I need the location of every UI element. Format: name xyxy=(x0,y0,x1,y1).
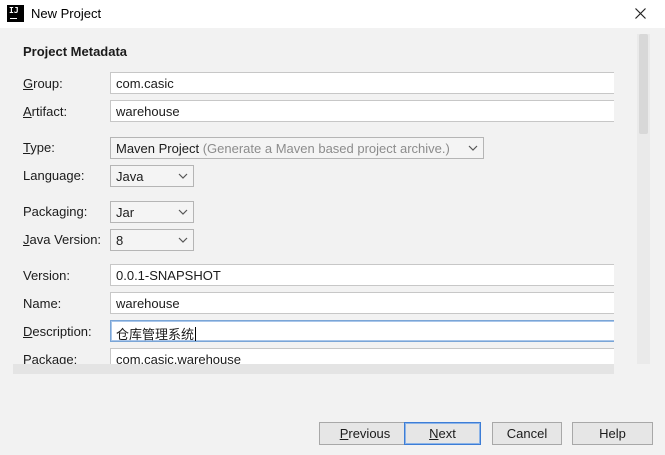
group-label: Group: xyxy=(23,76,63,91)
chevron-down-icon xyxy=(468,145,478,151)
description-label: Description: xyxy=(23,324,92,339)
cancel-button[interactable]: Cancel xyxy=(492,422,562,445)
name-field[interactable]: warehouse xyxy=(110,292,614,314)
description-field[interactable]: 仓库管理系统 xyxy=(110,320,614,342)
section-title: Project Metadata xyxy=(23,44,128,59)
artifact-label: Artifact: xyxy=(23,104,67,119)
chevron-down-icon xyxy=(178,209,188,215)
title-bar: IJ New Project xyxy=(0,0,665,28)
window-title: New Project xyxy=(31,6,102,21)
type-select-hint: (Generate a Maven based project archive.… xyxy=(202,141,450,156)
name-label: Name: xyxy=(23,296,62,311)
description-label-mnemonic: D xyxy=(23,324,33,339)
group-label-mnemonic: G xyxy=(23,76,34,91)
description-label-rest: escription: xyxy=(32,324,92,339)
previous-button-rest: revious xyxy=(348,426,391,441)
app-icon-text: IJ xyxy=(9,6,19,15)
java-version-label-rest: ava Version: xyxy=(29,232,102,247)
packaging-select[interactable]: Jar xyxy=(110,201,194,223)
version-label: Version: xyxy=(23,268,70,283)
group-label-rest: roup: xyxy=(33,76,63,91)
help-button[interactable]: Help xyxy=(572,422,653,445)
description-field-value: 仓库管理系统 xyxy=(116,328,195,342)
chevron-down-icon xyxy=(178,173,188,179)
language-select-value: Java xyxy=(116,169,144,184)
type-label: Type: xyxy=(23,140,55,155)
artifact-field[interactable]: warehouse xyxy=(110,100,614,122)
next-button-mnemonic: N xyxy=(429,426,439,441)
type-label-rest: ype: xyxy=(30,140,55,155)
version-field[interactable]: 0.0.1-SNAPSHOT xyxy=(110,264,614,286)
language-label: Language: xyxy=(23,168,85,183)
packaging-select-value: Jar xyxy=(116,205,135,220)
metadata-panel: Project Metadata Group: com.casic Artifa… xyxy=(13,32,614,370)
language-select[interactable]: Java xyxy=(110,165,194,187)
scrollbar-thumb[interactable] xyxy=(639,34,648,134)
artifact-label-mnemonic: A xyxy=(23,104,32,119)
text-caret xyxy=(195,327,197,341)
type-select[interactable]: Maven Project (Generate a Maven based pr… xyxy=(110,137,484,159)
group-field[interactable]: com.casic xyxy=(110,72,614,94)
packaging-label: Packaging: xyxy=(23,204,88,219)
type-select-value: Maven Project xyxy=(116,141,200,156)
next-button-rest: ext xyxy=(438,426,456,441)
close-icon[interactable] xyxy=(625,0,655,28)
chevron-down-icon xyxy=(178,237,188,243)
vertical-scrollbar[interactable] xyxy=(637,34,650,364)
java-version-label: Java Version: xyxy=(23,232,101,247)
java-version-select[interactable]: 8 xyxy=(110,229,194,251)
next-button[interactable]: Next xyxy=(404,422,481,445)
java-version-select-value: 8 xyxy=(116,233,124,248)
dialog-content: Project Metadata Group: com.casic Artifa… xyxy=(0,28,665,455)
previous-button[interactable]: Previous xyxy=(319,422,411,445)
horizontal-scrollbar[interactable] xyxy=(13,364,614,374)
intellij-app-icon: IJ xyxy=(7,5,24,22)
artifact-label-rest: rtifact: xyxy=(31,104,68,119)
